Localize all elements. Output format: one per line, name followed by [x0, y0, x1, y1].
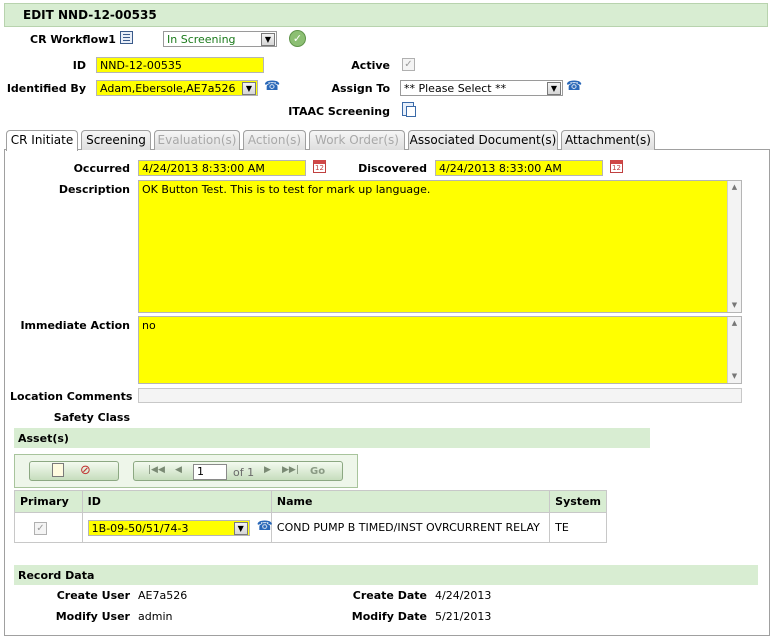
scroll-up-icon[interactable]: ▲: [728, 317, 741, 330]
go-button[interactable]: Go: [310, 466, 325, 477]
occurred-field[interactable]: 4/24/2013 8:33:00 AM: [138, 160, 306, 176]
id-label: ID: [72, 59, 86, 72]
assets-table-header: Primary ID Name System: [14, 490, 607, 513]
page-number-input[interactable]: 1: [193, 464, 227, 480]
column-header-primary[interactable]: Primary: [14, 490, 83, 513]
assign-to-select[interactable]: ** Please Select ** ▼: [400, 80, 563, 96]
modify-user-value: admin: [138, 610, 173, 623]
discovered-field[interactable]: 4/24/2013 8:33:00 AM: [435, 160, 603, 176]
previous-page-icon[interactable]: ◀: [175, 465, 182, 475]
description-scrollbar[interactable]: ▲ ▼: [727, 181, 741, 312]
chevron-down-icon[interactable]: ▼: [242, 82, 256, 95]
calendar-icon[interactable]: 12: [610, 160, 623, 173]
page-title: EDIT NND-12-00535: [23, 8, 157, 22]
identified-by-value: Adam,Ebersole,AE7a526: [100, 82, 236, 95]
chevron-down-icon[interactable]: ▼: [233, 521, 248, 535]
modify-date-label: Modify Date: [351, 610, 427, 623]
tab-evaluations[interactable]: Evaluation(s): [154, 130, 240, 150]
tab-actions[interactable]: Action(s): [243, 130, 306, 150]
discovered-value: 4/24/2013 8:33:00 AM: [439, 162, 562, 175]
create-date-value: 4/24/2013: [435, 589, 492, 602]
assign-to-label: Assign To: [331, 82, 390, 95]
asset-id-select[interactable]: 1B-09-50/51/74-3 ▼: [87, 519, 250, 536]
asset-lookup-icon[interactable]: ☎: [257, 519, 273, 534]
first-page-icon[interactable]: |◀◀: [148, 465, 165, 475]
chevron-down-icon[interactable]: ▼: [547, 82, 561, 95]
scroll-down-icon[interactable]: ▼: [728, 370, 741, 383]
itaac-screening-label: ITAAC Screening: [288, 105, 390, 118]
id-cell: 1B-09-50/51/74-3 ▼ ☎: [81, 512, 273, 543]
create-user-label: Create User: [56, 589, 130, 602]
scroll-up-icon[interactable]: ▲: [728, 181, 741, 194]
id-value: NND-12-00535: [100, 59, 182, 72]
assets-section-title: Asset(s): [18, 432, 69, 445]
identified-by-label: Identified By: [6, 82, 86, 95]
active-label: Active: [351, 59, 390, 72]
record-data-header: Record Data: [14, 565, 758, 585]
copy-document-icon[interactable]: [402, 102, 416, 117]
tab-attachments[interactable]: Attachment(s): [561, 130, 655, 150]
identified-by-select[interactable]: Adam,Ebersole,AE7a526 ▼: [96, 80, 258, 96]
tab-work-orders[interactable]: Work Order(s): [309, 130, 405, 150]
primary-checkbox[interactable]: ✓: [34, 521, 47, 535]
id-field[interactable]: NND-12-00535: [96, 57, 264, 73]
scroll-down-icon[interactable]: ▼: [728, 299, 741, 312]
workflow-label: CR Workflow1: [30, 33, 116, 46]
toolbar-button-group: [29, 461, 119, 481]
tab-associated-documents[interactable]: Associated Document(s): [408, 130, 558, 150]
next-page-icon[interactable]: ▶: [264, 465, 271, 475]
safety-class-label: Safety Class: [53, 411, 130, 424]
user-lookup-icon[interactable]: ☎: [264, 79, 280, 94]
create-date-label: Create Date: [352, 589, 427, 602]
description-textarea[interactable]: OK Button Test. This is to test for mark…: [138, 180, 742, 313]
table-row[interactable]: ✓ 1B-09-50/51/74-3 ▼ ☎ COND PUMP B TIMED…: [14, 512, 607, 543]
assets-table: Primary ID Name System ✓ 1B-09-50/51/74-…: [14, 490, 607, 543]
workflow-status-value: In Screening: [167, 33, 236, 46]
page-number-value: 1: [197, 465, 204, 478]
primary-cell: ✓: [14, 512, 83, 543]
column-header-system[interactable]: System: [549, 490, 607, 513]
tab-cr-initiate[interactable]: CR Initiate: [6, 130, 78, 151]
asset-id-value: 1B-09-50/51/74-3: [91, 521, 189, 535]
location-comments-field[interactable]: [138, 388, 742, 403]
immediate-action-scrollbar[interactable]: ▲ ▼: [727, 317, 741, 383]
check-circle-icon[interactable]: ✓: [289, 30, 306, 47]
page-count-label: of 1: [233, 466, 255, 479]
calendar-icon[interactable]: 12: [313, 160, 326, 173]
active-checkbox[interactable]: ✓: [402, 58, 415, 71]
modify-user-label: Modify User: [55, 610, 130, 623]
chevron-down-icon[interactable]: ▼: [261, 33, 275, 46]
assign-to-value: ** Please Select **: [404, 82, 507, 95]
description-label: Description: [58, 183, 130, 196]
location-comments-label: Location Comments: [10, 390, 133, 403]
column-header-name[interactable]: Name: [270, 490, 551, 513]
immediate-action-label: Immediate Action: [20, 319, 130, 332]
tab-screening[interactable]: Screening: [81, 130, 151, 150]
column-header-id[interactable]: ID: [81, 490, 272, 513]
discovered-label: Discovered: [358, 162, 427, 175]
immediate-action-value: no: [142, 319, 156, 332]
description-value: OK Button Test. This is to test for mark…: [142, 183, 431, 196]
modify-date-value: 5/21/2013: [435, 610, 492, 623]
name-cell: COND PUMP B TIMED/INST OVRCURRENT RELAY: [270, 512, 551, 543]
occurred-value: 4/24/2013 8:33:00 AM: [142, 162, 265, 175]
page-header: EDIT NND-12-00535: [4, 3, 768, 27]
workflow-status-select[interactable]: In Screening ▼: [163, 31, 277, 47]
immediate-action-textarea[interactable]: no ▲ ▼: [138, 316, 742, 384]
record-data-title: Record Data: [18, 569, 95, 582]
new-record-icon[interactable]: [52, 463, 64, 477]
occurred-label: Occurred: [73, 162, 130, 175]
user-lookup-icon[interactable]: ☎: [566, 79, 582, 94]
last-page-icon[interactable]: ▶▶|: [282, 465, 299, 475]
assets-section-header: Asset(s): [14, 428, 650, 448]
system-cell: TE: [549, 512, 607, 543]
workflow-list-icon[interactable]: [120, 31, 133, 44]
create-user-value: AE7a526: [138, 589, 188, 602]
clear-filter-icon[interactable]: ⊘: [80, 463, 91, 478]
